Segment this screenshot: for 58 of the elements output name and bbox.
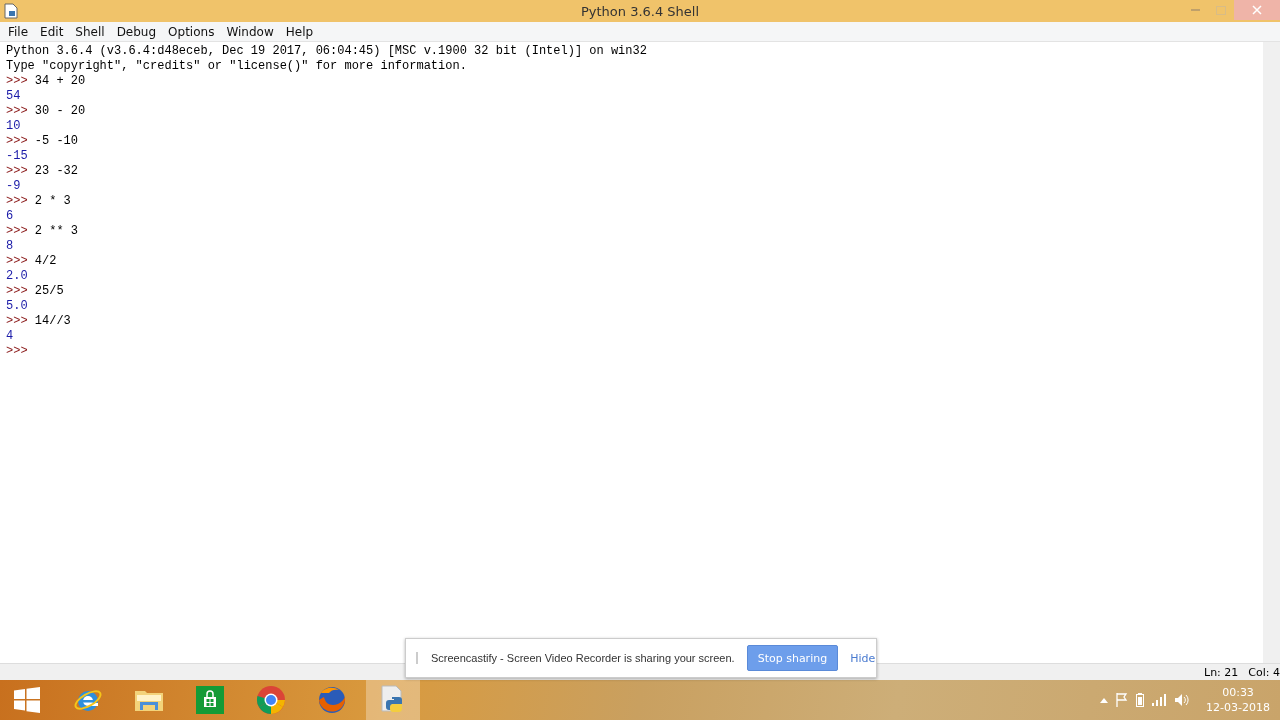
prompt: >>> xyxy=(6,74,28,88)
menu-item[interactable]: Shell xyxy=(69,24,111,39)
output-text: -15 xyxy=(6,149,28,163)
menu-item[interactable]: Debug xyxy=(110,24,163,39)
prompt: >>> xyxy=(6,254,28,268)
input-code: -5 -10 xyxy=(34,134,79,148)
output-text: 54 xyxy=(6,89,21,103)
menu-item[interactable]: Options xyxy=(162,24,221,39)
prompt: >>> xyxy=(6,314,28,328)
show-hidden-icon[interactable] xyxy=(1100,697,1109,703)
flag-icon[interactable] xyxy=(1116,693,1129,707)
output-text: 5.0 xyxy=(6,299,28,313)
banner-text: Type "copyright", "credits" or "license()" for more information. xyxy=(6,59,467,73)
input-code: 25/5 xyxy=(34,284,64,298)
menu-item[interactable]: Edit xyxy=(34,24,70,39)
notification-message: Screencastify - Screen Video Recorder is sharing your screen. xyxy=(431,652,735,664)
maximize-icon xyxy=(1216,5,1226,15)
output-text: 4 xyxy=(6,329,14,343)
taskbar-app[interactable] xyxy=(366,680,420,720)
prompt: >>> xyxy=(6,134,28,148)
input-code: 14//3 xyxy=(34,314,71,328)
signal-icon[interactable] xyxy=(1152,694,1167,706)
banner-text: Python 3.6.4 (v3.6.4:d48eceb, Dec 19 2017, 06:04:45) [MSC v.1900 32 bit (Intel)] on win32 xyxy=(6,44,647,58)
prompt: >>> xyxy=(6,104,28,118)
prompt: >>> xyxy=(6,284,28,298)
menu-item[interactable]: File xyxy=(2,24,35,39)
window-title: Python 3.6.4 Shell xyxy=(579,3,701,19)
battery-icon[interactable] xyxy=(1136,693,1145,707)
input-code: 34 + 20 xyxy=(34,74,86,88)
windows-logo-icon xyxy=(14,687,40,713)
output-text: 2.0 xyxy=(6,269,28,283)
line-number: Ln: 21 xyxy=(1204,665,1239,679)
drag-handle-icon[interactable] xyxy=(416,652,418,664)
close-button[interactable] xyxy=(1234,0,1280,20)
output-text: 8 xyxy=(6,239,14,253)
output-text: 6 xyxy=(6,209,14,223)
menu-item[interactable]: Help xyxy=(279,24,320,39)
input-code: 2 ** 3 xyxy=(34,224,79,238)
prompt: >>> xyxy=(6,164,28,178)
prompt: >>> xyxy=(6,224,28,238)
firefox-icon xyxy=(317,685,347,715)
column-number: Col: 4 xyxy=(1248,665,1280,679)
volume-icon[interactable] xyxy=(1174,693,1191,707)
prompt: >>> xyxy=(6,344,28,358)
input-code: 2 * 3 xyxy=(34,194,71,208)
input-code: 30 - 20 xyxy=(34,104,86,118)
chrome-icon xyxy=(256,685,286,715)
hide-link[interactable]: Hide xyxy=(850,651,876,665)
input-code: 4/2 xyxy=(34,254,57,268)
prompt: >>> xyxy=(6,194,28,208)
input-code: 23 -32 xyxy=(34,164,79,178)
output-text: 10 xyxy=(6,119,21,133)
close-icon xyxy=(1252,5,1262,15)
minimize-icon xyxy=(1190,9,1200,11)
output-text: -9 xyxy=(6,179,21,193)
store-bag-icon xyxy=(196,686,224,714)
app-icon xyxy=(4,3,18,19)
menu-item[interactable]: Window xyxy=(220,24,280,39)
